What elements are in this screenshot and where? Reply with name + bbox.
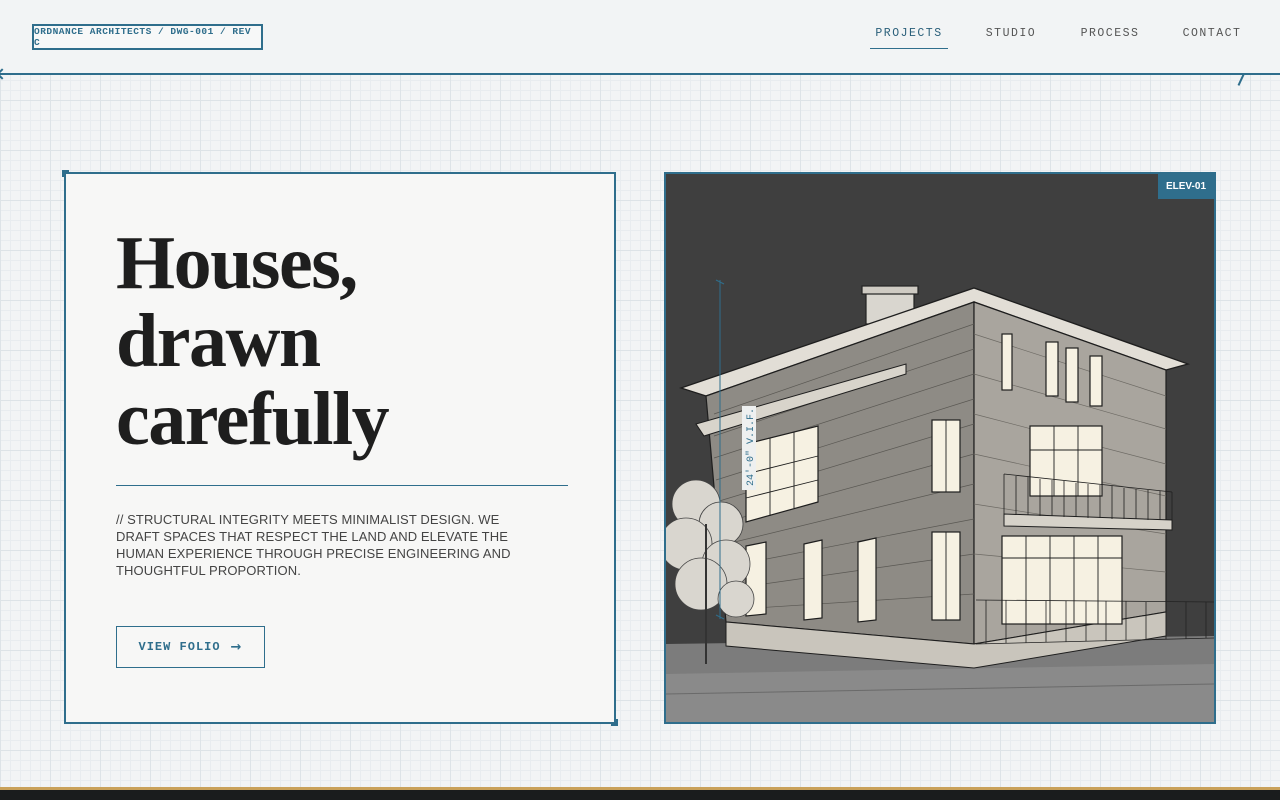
nav-item-projects[interactable]: PROJECTS <box>870 27 948 49</box>
nav-item-studio[interactable]: STUDIO <box>980 27 1042 49</box>
hero-headline: Houses, drawn carefully <box>116 224 536 458</box>
site-header: ORDNANCE ARCHITECTS / DWG-001 / REV C PR… <box>0 0 1280 75</box>
main-nav: PROJECTS STUDIO PROCESS CONTACT <box>0 27 1280 51</box>
corner-mark <box>62 170 69 177</box>
headline-line: carefully <box>116 377 390 461</box>
headline-line: Houses, <box>116 221 358 305</box>
elevation-tag: ELEV-01 <box>1158 174 1214 199</box>
corner-mark <box>611 719 618 726</box>
divider <box>116 485 568 486</box>
dimension-label: 24'-0" V.I.F. <box>745 408 757 486</box>
hero-tagline: // STRUCTURAL INTEGRITY MEETS MINIMALIST… <box>116 512 511 578</box>
view-folio-label: VIEW FOLIO <box>138 640 221 654</box>
nav-item-contact[interactable]: CONTACT <box>1176 27 1248 49</box>
elevation-image: 24'-0" V.I.F. ELEV-01 <box>664 172 1216 724</box>
nav-item-process[interactable]: PROCESS <box>1075 27 1145 49</box>
arrow-right-icon: → <box>230 639 243 655</box>
footer-strip <box>0 787 1280 800</box>
view-folio-button[interactable]: VIEW FOLIO → <box>116 626 265 668</box>
hero-card: Houses, drawn carefully // STRUCTURAL IN… <box>62 170 618 726</box>
headline-line: drawn <box>116 299 321 383</box>
header-corner-mark <box>1237 74 1245 86</box>
house-sketch: 24'-0" V.I.F. <box>666 174 1214 722</box>
